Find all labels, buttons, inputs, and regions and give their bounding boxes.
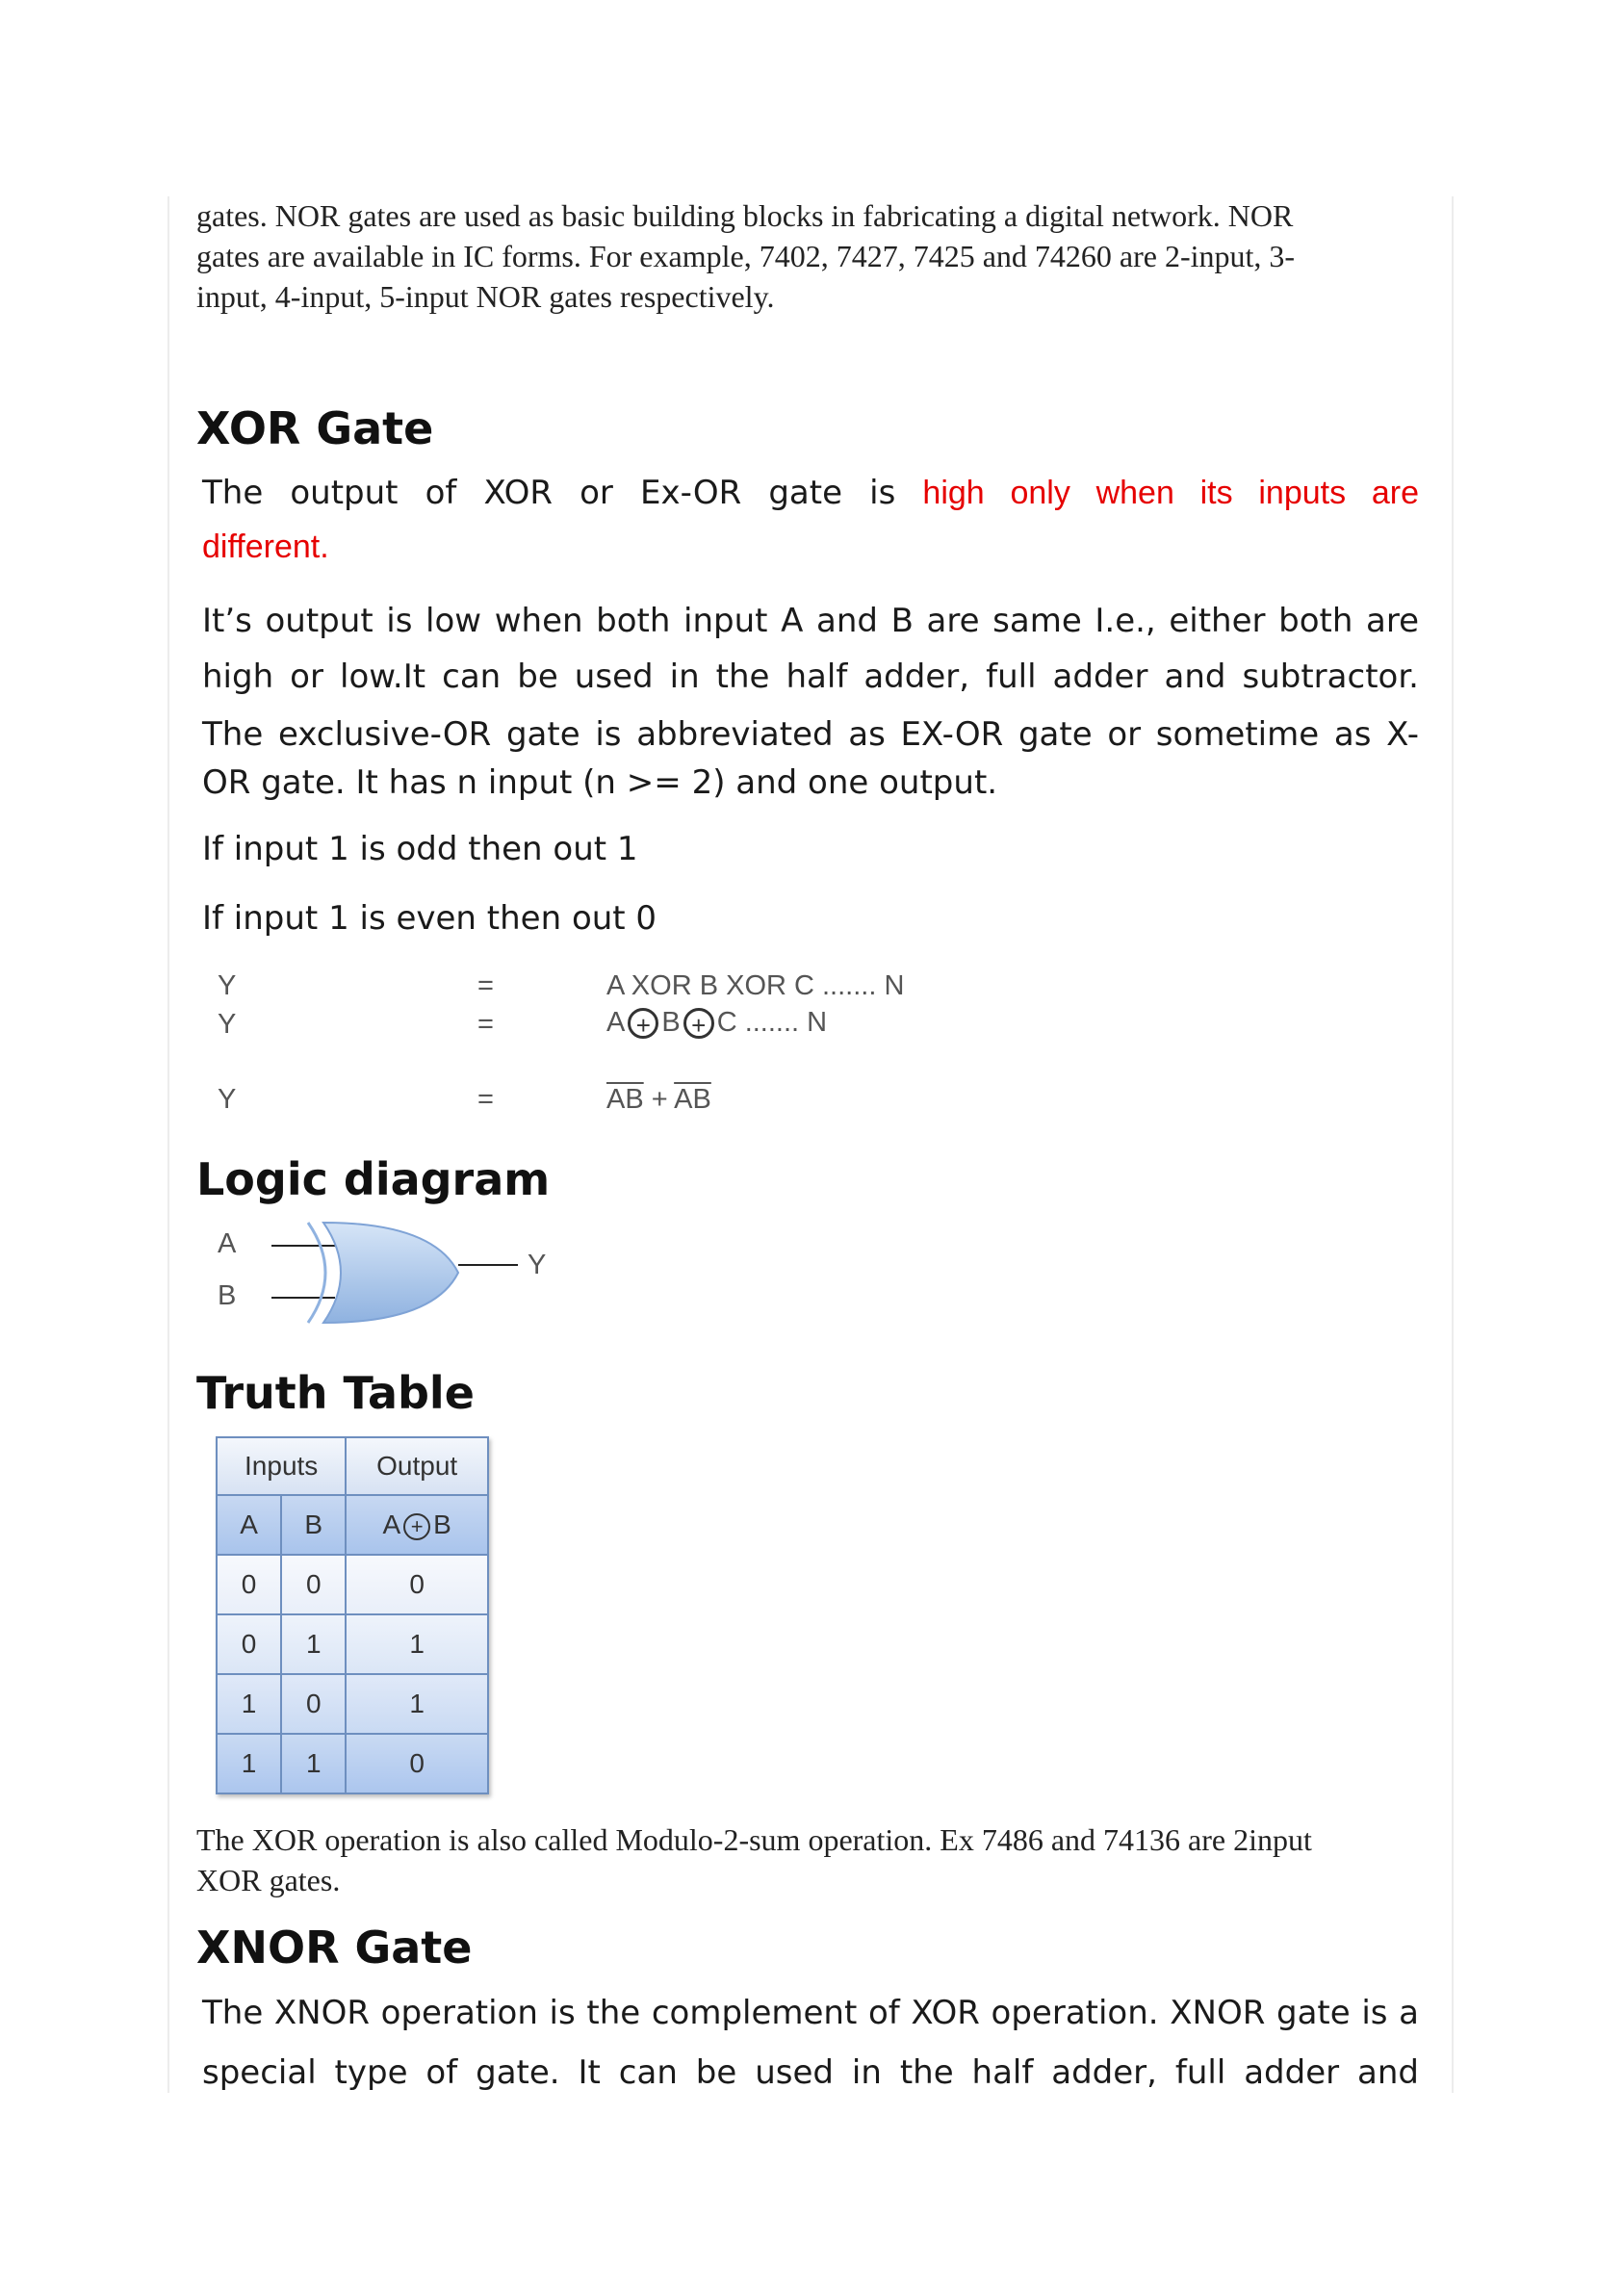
xor-para2-line-2: OR gate. It has n input (n >= 2) and one… [202,763,998,802]
table-cell: 0 [345,1733,489,1794]
xor-symbol-icon: + [403,1512,431,1540]
logic-input-b: B [218,1280,237,1311]
eq3-rhs: AB + AB [606,1084,711,1116]
table-cell: 0 [345,1554,489,1615]
eq3-term-2: AB [674,1084,711,1115]
eq2-b: B [661,1007,681,1038]
xor-heading: XOR Gate [196,402,434,454]
xor-rule-even: If input 1 is even then out 0 [202,899,657,938]
truth-table-column-row: A B A + B [215,1494,489,1556]
modulo-line-2: XOR gates. [196,1863,341,1897]
eq3-plus: + [643,1084,675,1115]
table-cell: 1 [215,1733,283,1794]
table-row: 0 0 0 [215,1554,489,1615]
table-cell: 1 [280,1733,348,1794]
xor-symbol-icon: + [628,1008,659,1040]
xor-definition: The output of XOR or Ex-OR gate is high … [202,466,1419,574]
modulo-line-1: The XOR operation is also called Modulo-… [196,1822,1312,1857]
eq2-c: C ....... N [716,1007,828,1038]
table-cell: 1 [345,1673,489,1735]
xnor-line-1: The XNOR operation is the complement of … [202,1994,1419,2032]
truth-col-out-a: A [382,1509,401,1539]
xor-gate-icon [271,1221,518,1325]
truth-table-header-row: Inputs Output [215,1436,489,1496]
eq3-equals: = [477,1084,494,1115]
truth-table-inputs-header: Inputs [215,1436,348,1496]
intro-line-1: gates. NOR gates are used as basic build… [196,198,1294,233]
xor-paragraph-1: It’s output is low when both input A and… [202,593,1419,705]
logic-input-a: A [218,1228,237,1259]
table-row: 1 0 1 [215,1673,489,1735]
eq1-lhs: Y [218,970,237,1001]
xor-symbol-icon: + [683,1008,714,1040]
table-cell: 0 [280,1673,348,1735]
xnor-line-2: special type of gate. It can be used in … [202,2053,1419,2092]
eq2-lhs: Y [218,1009,237,1040]
intro-line-3: input, 4-input, 5-input NOR gates respec… [196,279,775,314]
logic-output-y: Y [528,1250,547,1280]
truth-col-out-b: B [433,1509,451,1539]
xor-para1-line-1: It’s output is low when both input A and… [202,602,1419,640]
truth-table-output-header: Output [345,1436,489,1496]
truth-table-col-a: A [215,1494,283,1556]
xor-rule-odd: If input 1 is odd then out 1 [202,830,638,868]
xnor-paragraph: The XNOR operation is the complement of … [202,1983,1419,2103]
eq2-a: A [606,1007,626,1038]
table-cell: 0 [215,1613,283,1675]
eq3-lhs: Y [218,1084,237,1115]
truth-table-heading: Truth Table [196,1367,475,1419]
truth-table-col-b: B [280,1494,348,1556]
xnor-heading: XNOR Gate [196,1922,473,1974]
xor-para2-line-1: The exclusive-OR gate is abbreviated as … [202,715,1419,754]
modulo-paragraph: The XOR operation is also called Modulo-… [196,1819,1409,1900]
xor-definition-highlight-end: different. [202,529,329,565]
truth-table-col-output: A + B [345,1494,489,1556]
table-cell: 0 [215,1554,283,1615]
table-row: 1 1 0 [215,1733,489,1794]
eq2-rhs: A + B + C ....... N [606,1007,828,1040]
table-cell: 1 [215,1673,283,1735]
intro-paragraph: gates. NOR gates are used as basic build… [196,195,1409,317]
xor-definition-line-1: The output of XOR or Ex-OR gate is high … [202,466,1419,520]
xor-definition-start: The output of XOR or Ex-OR gate is [202,474,896,512]
eq1-equals: = [477,970,494,1001]
eq3-term-1: AB [606,1084,644,1115]
xor-definition-highlight: high only when its inputs are [922,475,1419,511]
table-cell: 1 [280,1613,348,1675]
eq2-equals: = [477,1009,494,1040]
table-row: 0 1 1 [215,1613,489,1675]
truth-table: Inputs Output A B A + B 0 0 0 0 1 1 1 0 1 … [215,1436,489,1794]
table-cell: 0 [280,1554,348,1615]
logic-diagram-heading: Logic diagram [196,1153,551,1205]
eq1-rhs: A XOR B XOR C ....... N [606,970,905,1001]
table-cell: 1 [345,1613,489,1675]
intro-line-2: gates are available in IC forms. For exa… [196,239,1296,273]
xor-paragraph-2: The exclusive-OR gate is abbreviated as … [202,710,1419,807]
xor-para1-line-2: high or low.It can be used in the half a… [202,658,1419,696]
